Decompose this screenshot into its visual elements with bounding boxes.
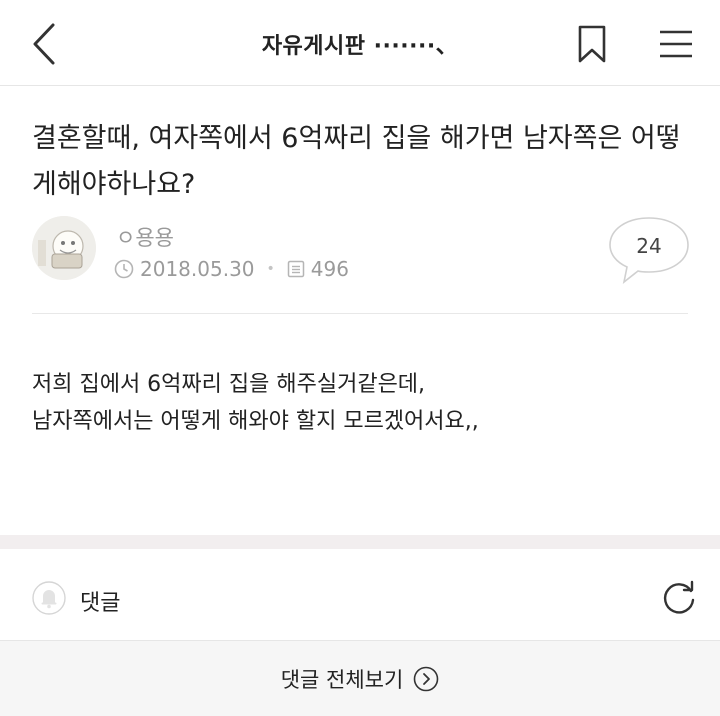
post-date: 2018.05.30 [140, 257, 255, 281]
author-nickname[interactable]: ㅇ용용 [116, 222, 174, 252]
comment-label: 댓글 [80, 591, 121, 616]
bookmark-icon [578, 25, 606, 63]
avatar[interactable] [32, 216, 96, 280]
comment-section-header: 댓글 [0, 549, 720, 641]
bell-icon[interactable] [32, 581, 66, 615]
top-app-bar: 자유게시판 ·······、 [0, 0, 720, 86]
post-title: 결혼할때, 여자쪽에서 6억짜리 집을 해가면 남자쪽은 어떻게해야하나요? [32, 123, 681, 200]
author-info: ㅇ용용 2018.05.30 • 496 24 [32, 214, 692, 284]
separator-dot: • [266, 261, 275, 277]
post-body-line: 저희 집에서 6억짜리 집을 해주실거같은데, [32, 372, 426, 397]
hamburger-menu-icon [660, 30, 692, 58]
chevron-right-circle-icon [413, 666, 439, 691]
view-all-comments-button[interactable]: 댓글 전체보기 [0, 641, 720, 716]
view-all-comments-label: 댓글 전체보기 [280, 667, 404, 692]
bookmark-button[interactable] [572, 22, 612, 66]
menu-button[interactable] [654, 22, 698, 66]
post-body-line: 남자쪽에서는 어떻게 해와야 할지 모르겠어서요,, [32, 409, 479, 434]
post-body: 저희 집에서 6억짜리 집을 해주실거같은데, 남자쪽에서는 어떻게 해와야 할… [32, 366, 692, 440]
refresh-icon[interactable] [660, 579, 698, 617]
view-count: 496 [310, 257, 349, 281]
board-title[interactable]: 자유게시판 ·······、 [0, 28, 720, 60]
post-meta: 2018.05.30 • 496 [114, 256, 349, 282]
clock-icon [114, 259, 134, 279]
section-divider [0, 535, 720, 549]
divider [32, 313, 688, 314]
comment-count: 24 [636, 234, 662, 258]
comment-count-button[interactable]: 24 [608, 216, 690, 286]
avatar-image [32, 216, 96, 280]
views-icon [287, 260, 305, 278]
